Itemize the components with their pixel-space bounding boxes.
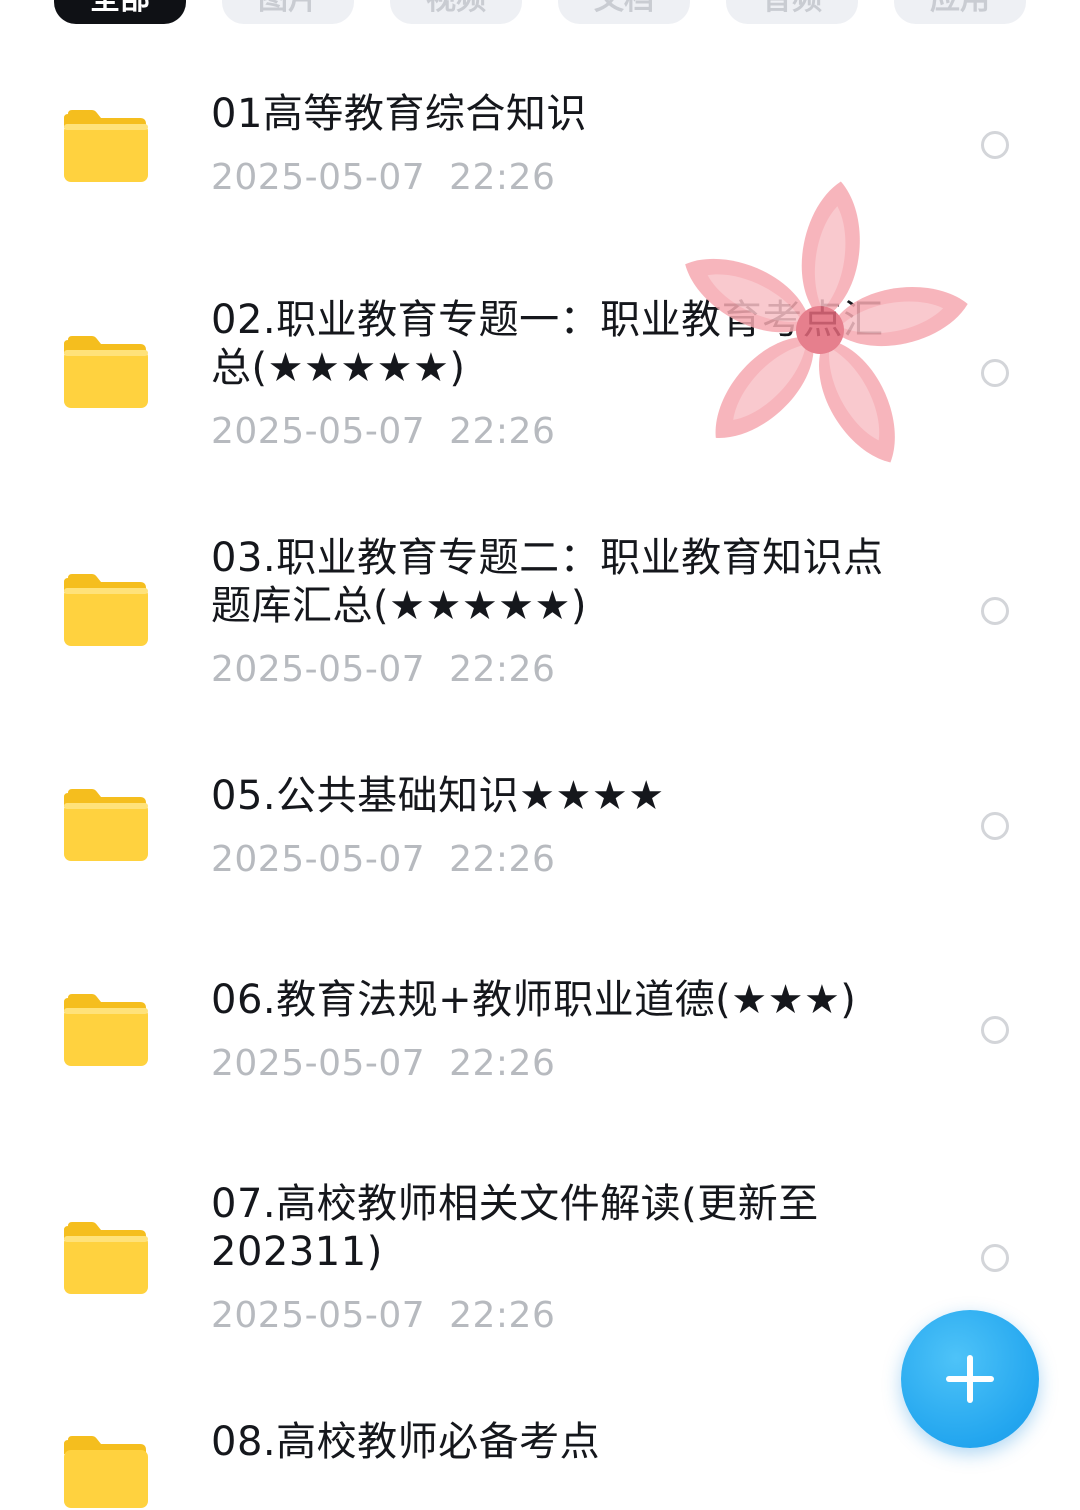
folder-icon	[64, 994, 148, 1066]
select-radio-button[interactable]	[981, 597, 1009, 625]
list-item[interactable]: 01高等教育综合知识 2025-05-07 22:26	[0, 90, 1080, 220]
file-title: 05.公共基础知识★★★★	[211, 773, 665, 819]
folder-icon	[64, 336, 148, 408]
select-radio-button[interactable]	[981, 1244, 1009, 1272]
select-radio-button[interactable]	[981, 1016, 1009, 1044]
list-item[interactable]: 03.职业教育专题二：职业教育知识点题库汇总(★★★★★) 2025-05-07…	[0, 534, 1080, 704]
file-title: 03.职业教育专题二：职业教育知识点题库汇总(★★★★★)	[211, 535, 884, 629]
folder-icon	[64, 110, 148, 182]
file-date: 2025-05-07 22:26	[211, 649, 556, 690]
tab-label: 图片	[258, 0, 318, 18]
file-title: 07.高校教师相关文件解读(更新至202311)	[211, 1181, 819, 1275]
list-item[interactable]: 07.高校教师相关文件解读(更新至202311) 2025-05-07 22:2…	[0, 1180, 1080, 1350]
file-date: 2025-05-07 22:26	[211, 839, 556, 880]
folder-icon	[64, 789, 148, 861]
tab-videos[interactable]: 视频	[390, 0, 522, 24]
tab-all[interactable]: 全部	[54, 0, 186, 24]
tab-label: 文档	[594, 0, 654, 18]
file-date: 2025-05-07 22:26	[211, 1295, 556, 1336]
list-item[interactable]: 06.教育法规+教师职业道德(★★★) 2025-05-07 22:26	[0, 976, 1080, 1106]
tab-label: 音频	[762, 0, 822, 18]
file-date: 2025-05-07 22:26	[211, 411, 556, 452]
tab-label: 视频	[426, 0, 486, 18]
file-date: 2025-05-07 22:26	[211, 1043, 556, 1084]
tab-images[interactable]: 图片	[222, 0, 354, 24]
tab-apps[interactable]: 应用	[894, 0, 1026, 24]
select-radio-button[interactable]	[981, 131, 1009, 159]
tab-audio[interactable]: 音频	[726, 0, 858, 24]
select-radio-button[interactable]	[981, 812, 1009, 840]
file-title: 08.高校教师必备考点	[211, 1419, 601, 1465]
add-fab-button[interactable]	[901, 1310, 1039, 1448]
list-item[interactable]: 05.公共基础知识★★★★ 2025-05-07 22:26	[0, 772, 1080, 902]
file-date: 2025-05-07 22:26	[211, 157, 556, 198]
tab-label: 全部	[90, 0, 150, 18]
tab-label: 应用	[930, 0, 990, 18]
file-title: 02.职业教育专题一：职业教育考点汇总(★★★★★)	[211, 297, 884, 391]
tab-documents[interactable]: 文档	[558, 0, 690, 24]
plus-icon	[946, 1355, 994, 1403]
file-title: 06.教育法规+教师职业道德(★★★)	[211, 977, 857, 1023]
folder-icon	[64, 1222, 148, 1294]
folder-icon	[64, 574, 148, 646]
select-radio-button[interactable]	[981, 359, 1009, 387]
folder-icon	[64, 1436, 148, 1508]
list-item[interactable]: 08.高校教师必备考点	[0, 1418, 1080, 1508]
file-title: 01高等教育综合知识	[211, 91, 587, 137]
category-tab-bar: 全部 图片 视频 文档 音频 应用	[54, 0, 1026, 24]
list-item[interactable]: 02.职业教育专题一：职业教育考点汇总(★★★★★) 2025-05-07 22…	[0, 296, 1080, 466]
